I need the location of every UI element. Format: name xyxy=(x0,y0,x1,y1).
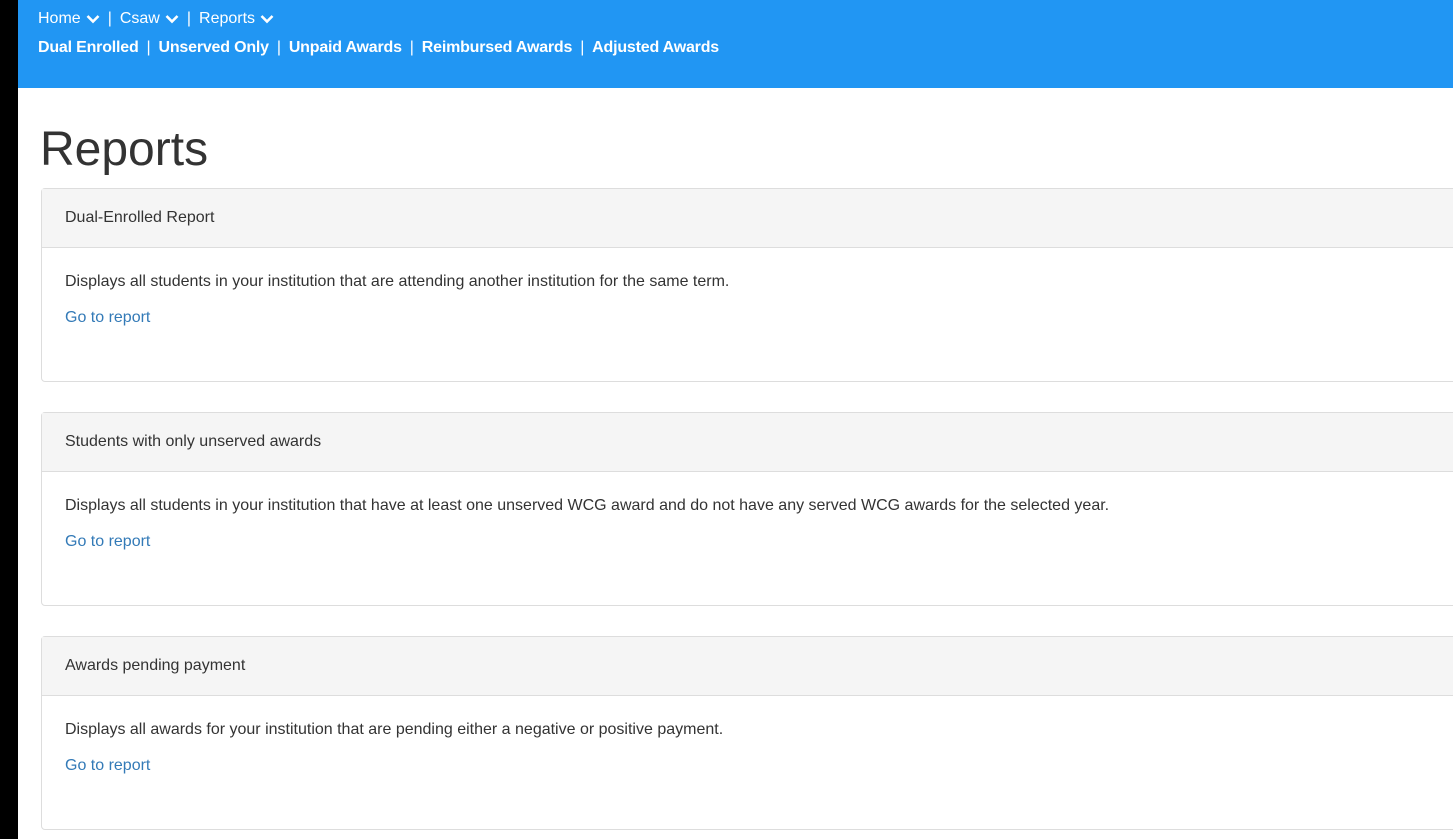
panel-body: Displays all students in your institutio… xyxy=(42,248,1453,381)
panel-body: Displays all awards for your institution… xyxy=(42,696,1453,829)
go-to-report-link[interactable]: Go to report xyxy=(65,309,150,327)
nav-home-label: Home xyxy=(38,9,81,27)
subnav-dual-enrolled[interactable]: Dual Enrolled xyxy=(38,39,139,57)
nav-separator: | xyxy=(146,39,151,56)
report-panel-pending-payment: Awards pending payment Displays all awar… xyxy=(41,636,1453,830)
panel-description: Displays all students in your institutio… xyxy=(65,273,730,290)
chevron-down-icon xyxy=(165,14,179,23)
go-to-report-link[interactable]: Go to report xyxy=(65,533,150,551)
subnav-unserved-only[interactable]: Unserved Only xyxy=(159,39,270,57)
panel-description: Displays all students in your institutio… xyxy=(65,497,1110,514)
nav-separator: | xyxy=(580,39,585,56)
nav-csaw-label: Csaw xyxy=(119,9,160,27)
report-panel-dual-enrolled: Dual-Enrolled Report Displays all studen… xyxy=(41,188,1453,382)
panel-body: Displays all students in your institutio… xyxy=(42,472,1453,605)
top-navigation: Home | Csaw | Reports Dual Enrolled | Un… xyxy=(18,0,1453,88)
nav-separator: | xyxy=(186,9,192,27)
nav-separator: | xyxy=(276,39,281,56)
chevron-down-icon xyxy=(86,14,100,23)
app-frame: Home | Csaw | Reports Dual Enrolled | Un… xyxy=(16,0,1453,839)
subnav-reimbursed-awards[interactable]: Reimbursed Awards xyxy=(422,39,573,57)
subnav-unpaid-awards[interactable]: Unpaid Awards xyxy=(289,39,402,57)
nav-home-dropdown[interactable]: Home xyxy=(38,10,100,28)
secondary-nav: Dual Enrolled | Unserved Only | Unpaid A… xyxy=(38,33,1453,63)
go-to-report-link[interactable]: Go to report xyxy=(65,757,150,775)
panel-description: Displays all awards for your institution… xyxy=(65,721,724,738)
panel-heading: Dual-Enrolled Report xyxy=(42,189,1453,248)
nav-reports-dropdown[interactable]: Reports xyxy=(199,10,274,28)
nav-separator: | xyxy=(107,9,112,27)
primary-nav: Home | Csaw | Reports xyxy=(38,0,1453,33)
subnav-adjusted-awards[interactable]: Adjusted Awards xyxy=(592,39,719,57)
page-title: Reports xyxy=(40,123,209,176)
chevron-down-icon xyxy=(260,14,274,23)
panel-heading: Awards pending payment xyxy=(42,637,1453,696)
nav-csaw-dropdown[interactable]: Csaw xyxy=(120,10,179,28)
nav-separator: | xyxy=(409,39,414,56)
panel-heading: Students with only unserved awards xyxy=(42,413,1453,472)
nav-reports-label: Reports xyxy=(199,9,256,27)
report-panel-unserved-awards: Students with only unserved awards Displ… xyxy=(41,412,1453,606)
